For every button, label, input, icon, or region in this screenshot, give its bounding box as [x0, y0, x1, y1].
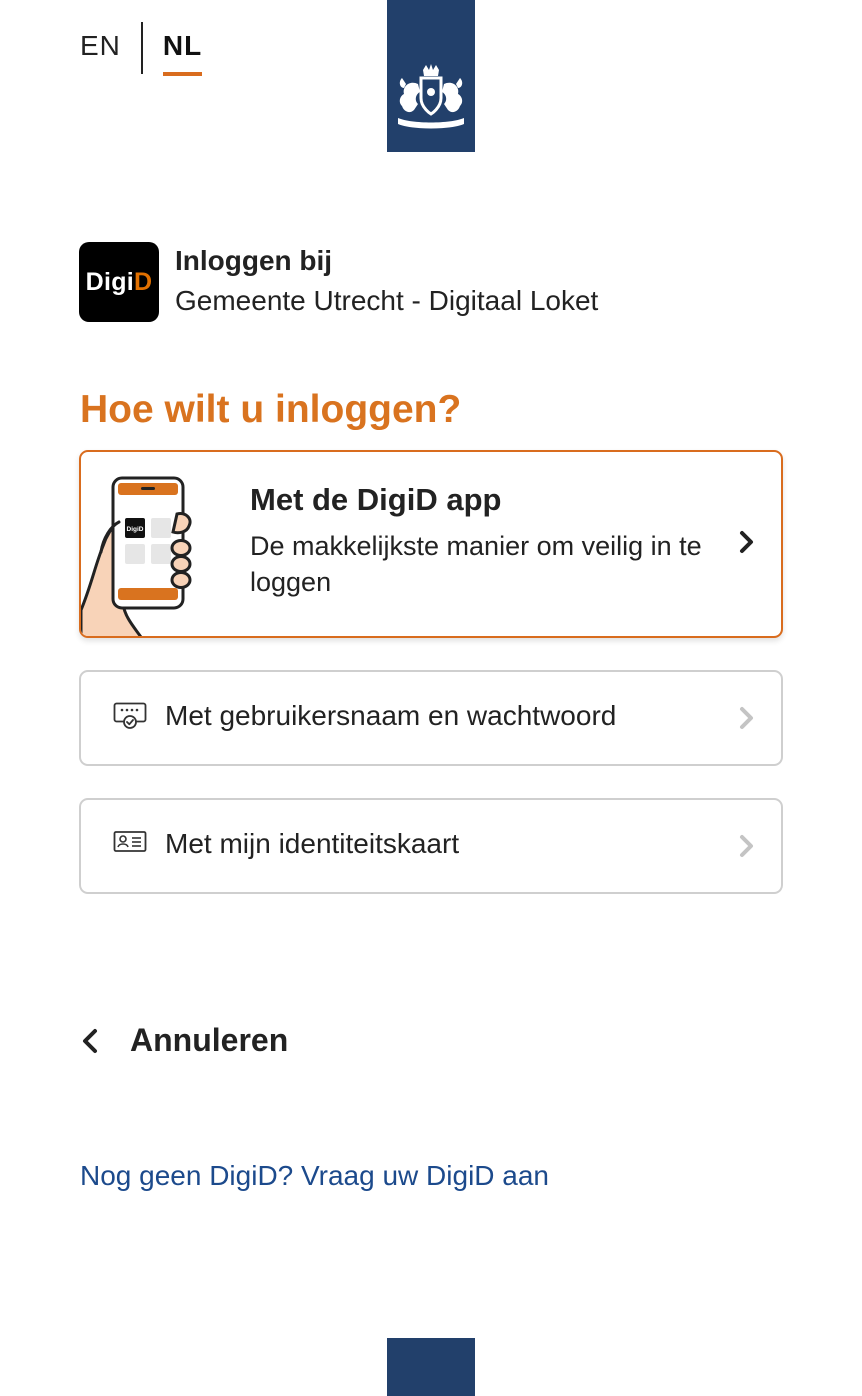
chevron-right-icon: [740, 835, 753, 857]
chevron-right-icon: [740, 707, 753, 729]
language-option-en[interactable]: EN: [80, 22, 121, 60]
login-label: Inloggen bij: [175, 245, 333, 276]
cancel-button[interactable]: Annuleren: [80, 1022, 288, 1059]
login-option-id-card[interactable]: Met mijn identiteitskaart: [79, 798, 783, 894]
chevron-right-icon: [740, 531, 753, 553]
request-digid-link[interactable]: Nog geen DigiD? Vraag uw DigiD aan: [80, 1160, 549, 1192]
phone-hand-illustration: DigiD: [81, 476, 192, 636]
footer-ribbon: [387, 1338, 475, 1396]
language-divider: [140, 22, 143, 74]
digid-logo: Digi D: [79, 242, 159, 322]
chevron-left-icon: [83, 1028, 97, 1053]
language-switch: EN NL: [80, 22, 203, 76]
login-option-password[interactable]: Met gebruikersnaam en wachtwoord: [79, 670, 783, 766]
login-option-app[interactable]: DigiD Met de DigiD app De makkelijkste m…: [79, 450, 783, 638]
organisation-name: Gemeente Utrecht - Digitaal Loket: [175, 285, 599, 316]
page-title: Hoe wilt u inloggen?: [80, 388, 462, 431]
login-option-password-label: Met gebruikersnaam en wachtwoord: [165, 700, 617, 731]
password-icon: [113, 702, 147, 729]
login-option-id-card-label: Met mijn identiteitskaart: [165, 828, 460, 859]
rijksoverheid-ribbon: [387, 0, 475, 152]
id-card-icon: [113, 831, 147, 852]
login-option-app-description: De makkelijkste manier om veilig in te l…: [250, 531, 702, 597]
login-option-app-title: Met de DigiD app: [250, 482, 502, 517]
coat-of-arms-icon: [398, 64, 464, 129]
language-option-nl[interactable]: NL: [162, 22, 203, 76]
phone-digid-label: DigiD: [127, 526, 144, 533]
cancel-label: Annuleren: [130, 1022, 289, 1058]
digid-logo-accent: D: [134, 267, 153, 296]
digid-logo-text: Digi: [85, 267, 135, 296]
